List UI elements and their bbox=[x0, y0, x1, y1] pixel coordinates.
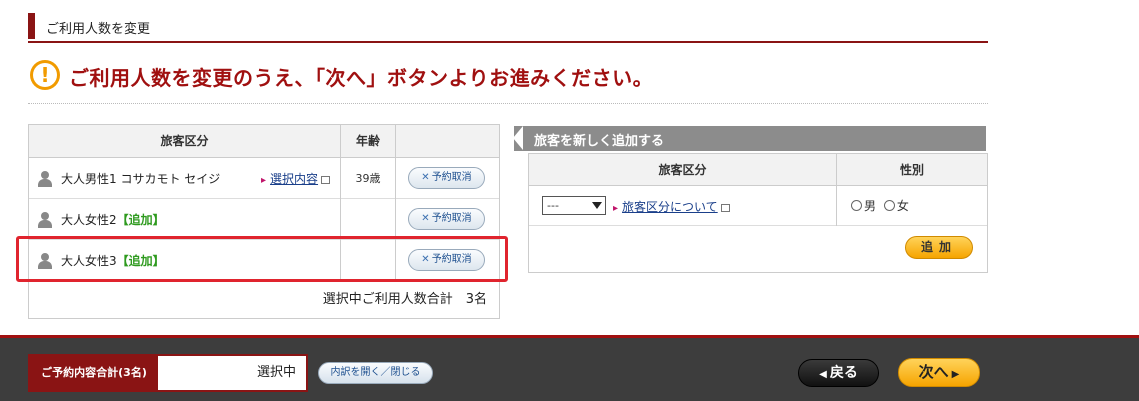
gender-options: 男 女 bbox=[851, 197, 909, 214]
notice: ! ご利用人数を変更のうえ、「次へ」ボタンよりお進みください。 bbox=[28, 58, 988, 104]
table-row: 大人女性2【追加】 ✕ 予約取消 bbox=[29, 199, 499, 240]
section-header: ご利用人数を変更 bbox=[28, 13, 988, 43]
traveler-name: 大人男性1 コサカモト セイジ bbox=[61, 172, 221, 186]
page: ご利用人数を変更 ! ご利用人数を変更のうえ、「次へ」ボタンよりお進みください。… bbox=[0, 0, 1139, 401]
table-row: 大人男性1 コサカモト セイジ 選択内容 39歳 ✕予約取消 bbox=[29, 158, 499, 199]
cancel-reservation-button[interactable]: ✕ 予約取消 bbox=[408, 167, 485, 189]
traveler-class-select[interactable]: --- bbox=[542, 196, 606, 215]
traveler-class-info-link[interactable]: 旅客区分について bbox=[613, 198, 730, 215]
header-gender: 性別 bbox=[899, 163, 924, 177]
add-traveler-header: 旅客を新しく追加する bbox=[513, 126, 986, 151]
external-window-icon bbox=[321, 175, 331, 184]
section-title: ご利用人数を変更 bbox=[46, 22, 151, 37]
next-button[interactable]: 次へ ▶ bbox=[898, 358, 980, 387]
back-button[interactable]: ◀ 戻る bbox=[798, 359, 879, 387]
section-bar bbox=[28, 13, 35, 39]
total-count: 選択中ご利用人数合計 3名 bbox=[322, 292, 487, 307]
notice-message: ご利用人数を変更のうえ、「次へ」ボタンよりお進みください。 bbox=[69, 66, 654, 90]
add-traveler-table: 旅客区分 性別 --- 旅客区分について 男 女 追加 bbox=[528, 153, 988, 273]
gender-female-label: 女 bbox=[896, 199, 909, 213]
external-window-icon bbox=[720, 203, 730, 212]
selection-details-link[interactable]: 選択内容 bbox=[261, 170, 331, 187]
traveler-age bbox=[341, 199, 396, 240]
reservation-summary: ご予約内容合計(3名) 選択中 bbox=[28, 354, 308, 392]
exclamation-icon: ! bbox=[30, 60, 60, 90]
header-age: 年齢 bbox=[341, 125, 396, 157]
header-class: 旅客区分 bbox=[529, 154, 837, 185]
person-icon bbox=[38, 212, 52, 228]
travelers-table: 旅客区分 年齢 大人男性1 コサカモト セイジ 選択内容 39歳 ✕予約取消 大… bbox=[28, 124, 500, 319]
table-header: 旅客区分 性別 bbox=[529, 154, 987, 186]
traveler-age: 39歳 bbox=[341, 158, 396, 199]
add-traveler-title: 旅客を新しく追加する bbox=[534, 134, 665, 149]
traveler-name: 大人女性2【追加】 bbox=[61, 213, 165, 227]
chevron-down-icon bbox=[592, 202, 602, 209]
add-row: --- 旅客区分について 男 女 bbox=[529, 186, 987, 226]
added-tag: 【追加】 bbox=[116, 213, 165, 227]
summary-value: 選択中 bbox=[256, 365, 296, 380]
toggle-details-button[interactable]: 内訳を開く／閉じる bbox=[318, 362, 433, 384]
person-icon bbox=[38, 171, 52, 187]
header-action bbox=[396, 125, 499, 157]
footer-bar: ご予約内容合計(3名) 選択中 内訳を開く／閉じる ◀ 戻る 次へ ▶ bbox=[0, 335, 1139, 401]
arrow-right-icon: ▶ bbox=[951, 369, 960, 380]
highlight-box bbox=[16, 236, 508, 282]
gender-female-radio[interactable] bbox=[883, 200, 895, 211]
gender-male-label: 男 bbox=[864, 199, 877, 213]
close-icon: ✕ bbox=[421, 213, 430, 224]
summary-label: ご予約内容合計(3名) bbox=[30, 356, 158, 390]
add-button[interactable]: 追加 bbox=[905, 236, 973, 259]
table-header: 旅客区分 年齢 bbox=[29, 125, 499, 158]
arrow-left-icon: ◀ bbox=[819, 369, 827, 380]
close-icon: ✕ bbox=[421, 172, 430, 183]
cancel-reservation-button[interactable]: ✕ 予約取消 bbox=[408, 208, 485, 230]
header-class: 旅客区分 bbox=[29, 125, 341, 157]
gender-male-radio[interactable] bbox=[851, 200, 862, 211]
